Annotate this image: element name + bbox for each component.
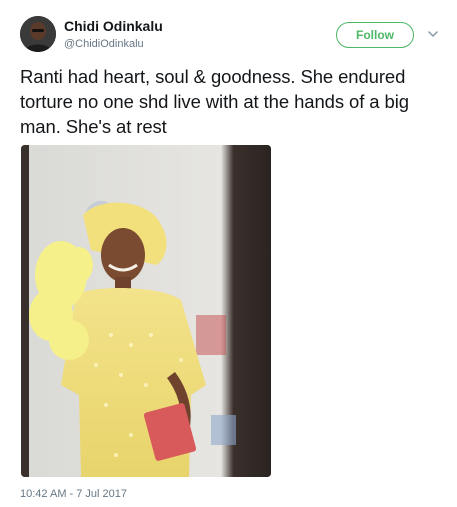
tweet-timestamp[interactable]: 10:42 AM - 7 Jul 2017 — [20, 488, 127, 500]
tweet-header: Chidi Odinkalu @ChidiOdinkalu Follow — [20, 16, 445, 56]
tweet-text: Ranti had heart, soul & goodness. She en… — [20, 66, 409, 137]
tweet-card: Chidi Odinkalu @ChidiOdinkalu Follow Ran… — [0, 0, 457, 507]
avatar[interactable] — [20, 16, 56, 52]
photo-image — [21, 145, 271, 477]
author-handle[interactable]: @ChidiOdinkalu — [64, 36, 163, 52]
author-names: Chidi Odinkalu @ChidiOdinkalu — [64, 18, 163, 52]
chevron-down-icon[interactable] — [428, 30, 438, 38]
follow-button[interactable]: Follow — [336, 22, 414, 48]
author-display-name[interactable]: Chidi Odinkalu — [64, 18, 163, 34]
tweet-photo[interactable] — [21, 145, 271, 477]
